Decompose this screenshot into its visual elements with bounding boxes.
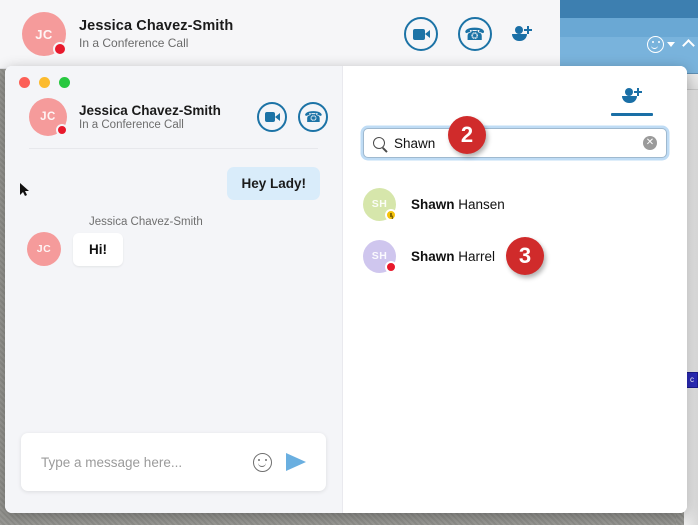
callout-badge-2: 2 bbox=[448, 116, 486, 154]
presence-busy-icon bbox=[56, 124, 68, 136]
add-person-button[interactable] bbox=[512, 26, 532, 42]
header-actions: ☎ bbox=[404, 17, 560, 51]
screenshot-root: c JC Jessica Chavez-Smith In a Conferenc… bbox=[0, 0, 698, 525]
message-sender-name: Jessica Chavez-Smith bbox=[89, 216, 203, 228]
side-tab-bookmark[interactable]: c bbox=[686, 372, 698, 388]
contact-status: In a Conference Call bbox=[79, 119, 184, 131]
avatar[interactable]: SH bbox=[363, 239, 397, 273]
contact-info: Jessica Chavez-Smith In a Conference Cal… bbox=[79, 103, 221, 131]
background-emoji-button[interactable] bbox=[647, 35, 675, 53]
emoji-icon[interactable] bbox=[253, 452, 272, 472]
conversation-pane: JC Jessica Chavez-Smith In a Conference … bbox=[5, 66, 343, 513]
background-window-titlebar bbox=[549, 0, 698, 18]
audio-call-button[interactable]: ☎ bbox=[298, 102, 328, 132]
video-call-icon bbox=[264, 112, 280, 122]
message-bubble: Hey Lady! bbox=[227, 167, 320, 200]
mouse-cursor bbox=[20, 183, 29, 196]
tab-active-indicator bbox=[611, 113, 653, 116]
search-results-list: SH Shawn Hansen SH Shawn Harrel 3 bbox=[363, 178, 667, 282]
emoji-icon bbox=[647, 35, 664, 53]
avatar-initials: JC bbox=[40, 111, 56, 123]
search-area: Shawn ✕ 2 bbox=[363, 116, 667, 158]
conversation-header: JC Jessica Chavez-Smith In a Conference … bbox=[5, 88, 342, 148]
top-contact-header: JC Jessica Chavez-Smith In a Conference … bbox=[0, 0, 560, 68]
clear-icon[interactable]: ✕ bbox=[643, 136, 657, 150]
send-icon[interactable] bbox=[286, 453, 306, 471]
search-icon bbox=[373, 137, 385, 149]
presence-busy-icon bbox=[385, 260, 397, 273]
contact-name: Jessica Chavez-Smith bbox=[79, 103, 221, 118]
callout-badge-3: 3 bbox=[506, 237, 544, 275]
avatar-initials: SH bbox=[371, 250, 388, 262]
audio-call-button[interactable]: ☎ bbox=[458, 17, 492, 51]
avatar-initials: JC bbox=[35, 26, 53, 42]
video-call-button[interactable] bbox=[257, 102, 287, 132]
add-person-icon bbox=[622, 88, 642, 104]
plus-icon bbox=[524, 26, 532, 34]
minimize-button[interactable] bbox=[39, 77, 50, 88]
tab-add-people[interactable] bbox=[611, 88, 653, 116]
top-header-bar: JC Jessica Chavez-Smith In a Conference … bbox=[0, 0, 560, 69]
contact-name-match: Shawn bbox=[411, 196, 455, 212]
add-people-panel: Shawn ✕ 2 SH Shawn Hansen SH Shawn Harre… bbox=[343, 66, 687, 513]
avatar[interactable]: JC bbox=[29, 98, 68, 136]
chat-window: JC Jessica Chavez-Smith In a Conference … bbox=[5, 66, 687, 513]
avatar-initials: SH bbox=[371, 198, 388, 210]
background-window-toolbar bbox=[549, 31, 698, 57]
background-window[interactable] bbox=[548, 0, 698, 74]
search-input[interactable]: Shawn bbox=[394, 136, 634, 151]
contact-name-rest: Harrel bbox=[454, 248, 496, 264]
close-button[interactable] bbox=[19, 77, 30, 88]
chevron-up-icon[interactable] bbox=[682, 39, 695, 52]
message-row-outgoing: Hey Lady! bbox=[27, 167, 320, 200]
list-item[interactable]: SH Shawn Hansen bbox=[363, 178, 667, 230]
message-bubble: Hi! bbox=[73, 233, 123, 266]
audio-call-icon: ☎ bbox=[464, 24, 486, 44]
maximize-button[interactable] bbox=[59, 77, 70, 88]
contact-status: In a Conference Call bbox=[79, 36, 189, 50]
contact-info: Jessica Chavez-Smith In a Conference Cal… bbox=[79, 18, 233, 50]
list-item[interactable]: SH Shawn Harrel 3 bbox=[363, 230, 667, 282]
avatar[interactable]: JC bbox=[27, 232, 61, 266]
presence-busy-icon bbox=[53, 42, 67, 56]
add-person-icon bbox=[515, 26, 523, 34]
contact-name: Shawn Harrel bbox=[411, 249, 495, 264]
window-traffic-lights bbox=[5, 66, 342, 88]
presence-away-icon bbox=[385, 208, 397, 221]
avatar[interactable]: SH bbox=[363, 187, 397, 221]
contact-name-match: Shawn bbox=[411, 248, 455, 264]
avatar-initials: JC bbox=[36, 243, 52, 255]
audio-call-icon: ☎ bbox=[303, 108, 323, 126]
video-call-button[interactable] bbox=[404, 17, 438, 51]
message-composer[interactable]: Type a message here... bbox=[21, 433, 326, 491]
conversation-header-actions: ☎ bbox=[257, 102, 328, 132]
message-input[interactable]: Type a message here... bbox=[41, 455, 239, 470]
search-field[interactable]: Shawn ✕ bbox=[363, 128, 667, 158]
contact-name: Shawn Hansen bbox=[411, 197, 505, 212]
contact-name-rest: Hansen bbox=[454, 196, 505, 212]
contact-name: Jessica Chavez-Smith bbox=[79, 18, 234, 34]
video-call-icon bbox=[412, 28, 430, 40]
avatar[interactable]: JC bbox=[22, 12, 67, 56]
plus-icon bbox=[634, 88, 642, 96]
message-row-incoming: JC Hi! bbox=[27, 232, 320, 266]
panel-tabs bbox=[363, 66, 667, 116]
message-list: Hey Lady! Jessica Chavez-Smith JC Hi! bbox=[5, 149, 342, 433]
chevron-down-icon[interactable] bbox=[667, 41, 675, 47]
